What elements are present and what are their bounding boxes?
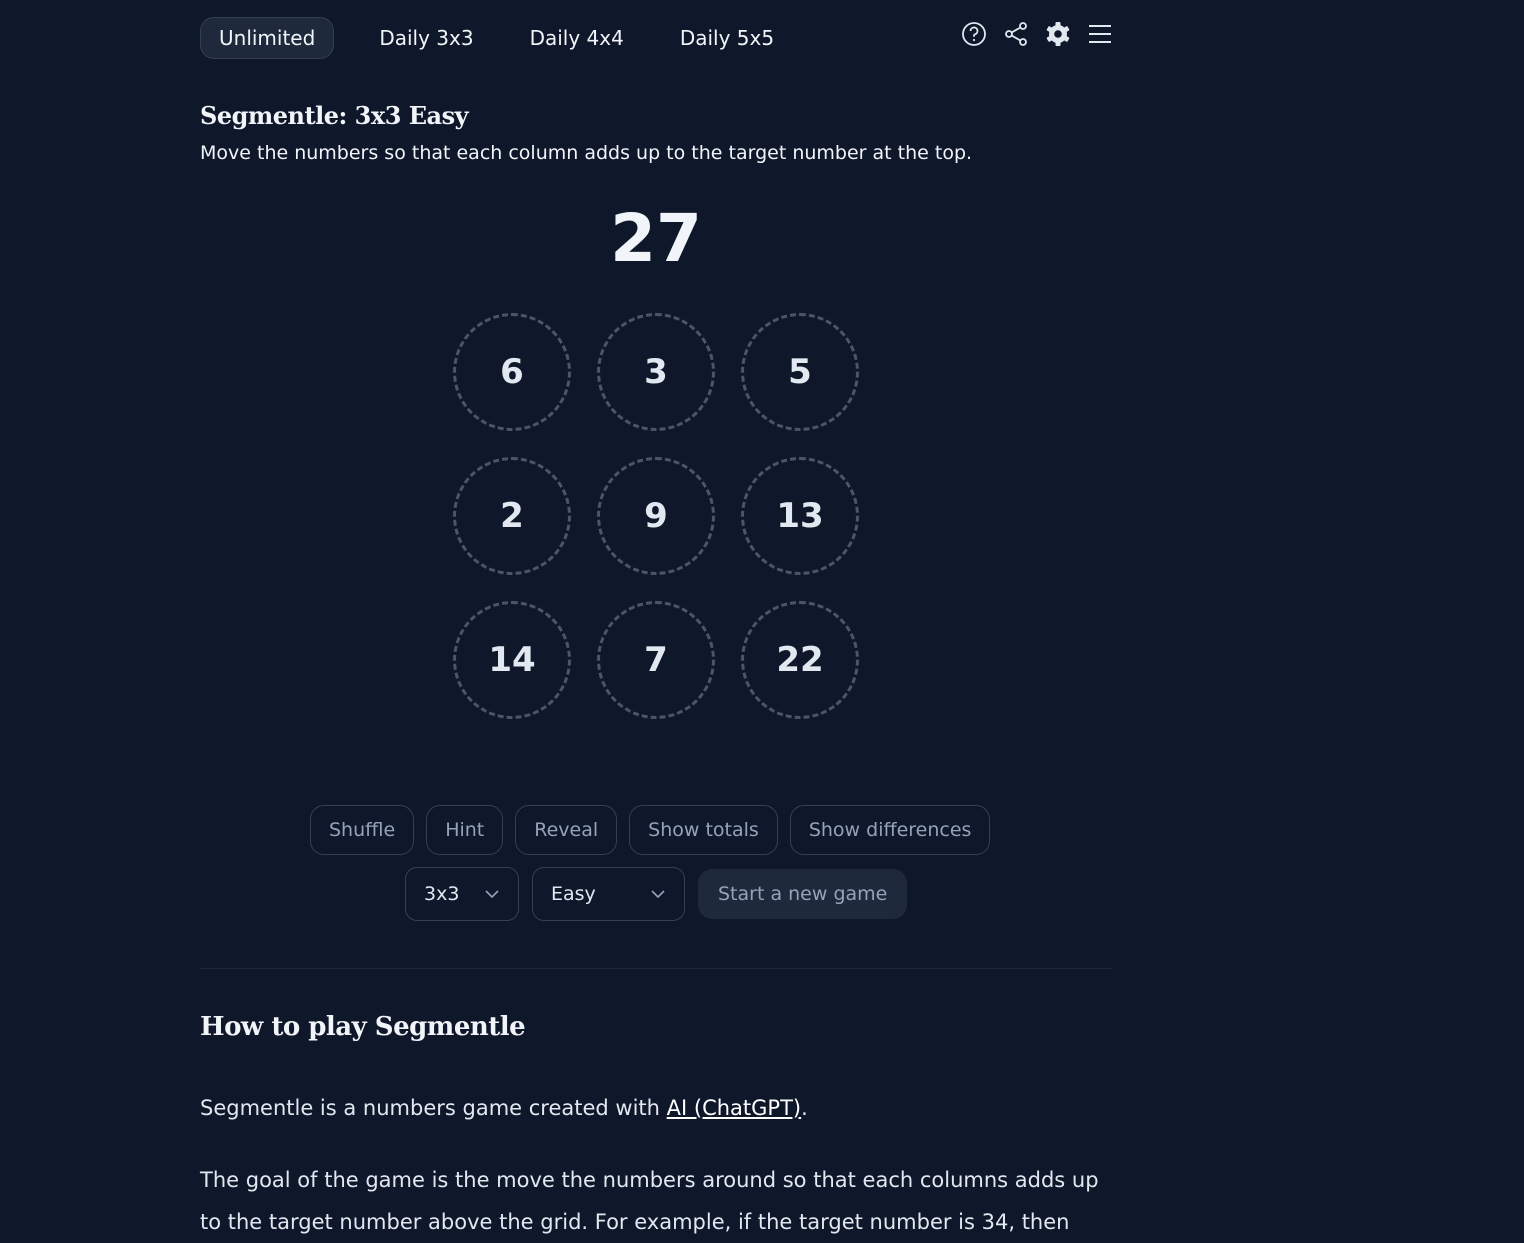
grid-cell[interactable]: 6 — [453, 313, 571, 431]
menu-icon[interactable] — [1086, 18, 1114, 50]
difficulty-value: Easy — [551, 883, 596, 905]
target-number: 27 — [610, 200, 702, 277]
page-title: Segmentle: 3x3 Easy — [200, 101, 469, 130]
grid-cell[interactable]: 22 — [741, 601, 859, 719]
tab-daily-3x3[interactable]: Daily 3x3 — [360, 17, 492, 59]
gear-icon[interactable] — [1044, 18, 1072, 50]
goal-paragraph: The goal of the game is the move the num… — [200, 1168, 1099, 1234]
intro-paragraph: Segmentle is a numbers game created with… — [200, 1087, 1120, 1129]
grid-cell[interactable]: 14 — [453, 601, 571, 719]
mode-tabs: Unlimited Daily 3x3 Daily 4x4 Daily 5x5 — [200, 17, 801, 59]
action-buttons: Shuffle Hint Reveal Show totals Show dif… — [310, 805, 991, 855]
how-to-play-heading: How to play Segmentle — [200, 1012, 526, 1042]
grid-cell[interactable]: 9 — [597, 457, 715, 575]
tab-daily-5x5[interactable]: Daily 5x5 — [661, 17, 793, 59]
share-icon[interactable] — [1002, 18, 1030, 50]
grid-cell[interactable]: 5 — [741, 313, 859, 431]
divider — [200, 968, 1112, 969]
reveal-button[interactable]: Reveal — [515, 805, 618, 855]
chevron-down-icon — [485, 890, 499, 899]
start-new-game-button[interactable]: Start a new game — [698, 869, 908, 919]
grid-cell[interactable]: 13 — [741, 457, 859, 575]
chevron-down-icon — [651, 890, 665, 899]
help-icon[interactable] — [960, 18, 988, 50]
difficulty-select[interactable]: Easy — [532, 867, 685, 921]
game-settings: 3x3 Easy Start a new game — [405, 867, 908, 921]
instructions: Move the numbers so that each column add… — [200, 142, 973, 164]
intro-text-end: . — [801, 1096, 808, 1120]
shuffle-button[interactable]: Shuffle — [310, 805, 415, 855]
grid-cell[interactable]: 2 — [453, 457, 571, 575]
chatgpt-link[interactable]: AI (ChatGPT) — [667, 1096, 801, 1120]
show-totals-button[interactable]: Show totals — [629, 805, 778, 855]
header-icons — [960, 18, 1114, 50]
grid-cell[interactable]: 3 — [597, 313, 715, 431]
show-differences-button[interactable]: Show differences — [789, 805, 991, 855]
hint-button[interactable]: Hint — [426, 805, 504, 855]
intro-text: Segmentle is a numbers game created with — [200, 1096, 667, 1120]
grid-cell[interactable]: 7 — [597, 601, 715, 719]
size-select[interactable]: 3x3 — [405, 867, 519, 921]
tab-unlimited[interactable]: Unlimited — [200, 17, 335, 59]
tab-daily-4x4[interactable]: Daily 4x4 — [511, 17, 643, 59]
size-value: 3x3 — [424, 883, 460, 905]
